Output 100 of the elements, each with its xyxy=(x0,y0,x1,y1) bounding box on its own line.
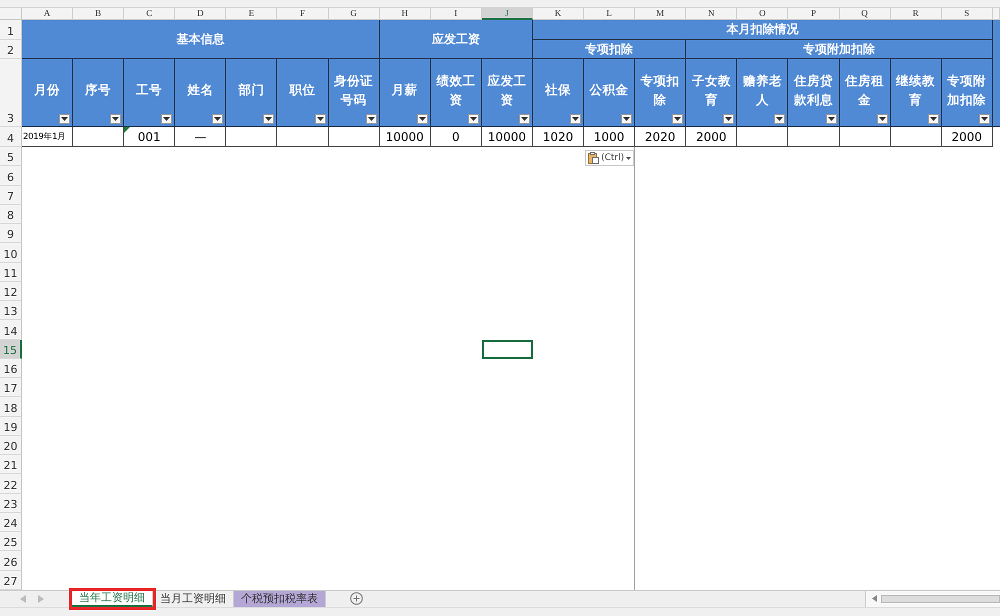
row-header[interactable]: 15 xyxy=(0,340,22,359)
column-header[interactable]: G xyxy=(328,8,380,20)
row-header[interactable]: 14 xyxy=(0,320,22,340)
filter-dropdown-button[interactable] xyxy=(826,114,836,124)
dropdown-arrow-icon xyxy=(368,117,375,121)
row-header[interactable]: 27 xyxy=(0,570,22,590)
row-header[interactable]: 7 xyxy=(0,186,22,205)
paste-options-button[interactable]: (Ctrl) xyxy=(585,150,634,166)
column-header[interactable]: R xyxy=(890,8,942,20)
row-header[interactable]: 21 xyxy=(0,455,22,474)
sheet-tab[interactable]: 个税预扣税率表 xyxy=(234,590,326,607)
subgroup-header-cell: 专项附加扣除 xyxy=(686,40,993,59)
column-header[interactable]: I xyxy=(430,8,482,20)
row-header[interactable]: 5 xyxy=(0,147,22,166)
column-header[interactable]: L xyxy=(584,8,636,20)
filter-dropdown-button[interactable] xyxy=(416,114,428,124)
column-header[interactable]: F xyxy=(277,8,329,20)
column-header[interactable]: C xyxy=(124,8,176,20)
sheet-tab[interactable]: 当年工资明细 xyxy=(72,590,153,607)
column-title: 绩效工资 xyxy=(435,72,476,108)
row-header[interactable]: 18 xyxy=(0,397,22,416)
row-header[interactable]: 8 xyxy=(0,204,22,224)
column-header[interactable]: O xyxy=(737,8,788,20)
row-header[interactable]: 3 xyxy=(0,59,22,127)
column-title: 月份 xyxy=(34,81,60,100)
dropdown-arrow-icon xyxy=(828,117,834,121)
dropdown-arrow-icon xyxy=(674,117,682,121)
filter-dropdown-button[interactable] xyxy=(59,114,70,124)
horizontal-scrollbar[interactable] xyxy=(865,590,1000,607)
dropdown-arrow-icon xyxy=(980,117,988,121)
caret-icon xyxy=(626,156,632,160)
column-title: 姓名 xyxy=(187,81,214,100)
add-sheet-icon[interactable] xyxy=(350,592,363,606)
row-header[interactable]: 1 xyxy=(0,20,22,40)
column-title: 月薪 xyxy=(392,81,418,100)
column-header[interactable]: P xyxy=(788,8,840,20)
filter-dropdown-button[interactable] xyxy=(161,114,172,124)
row-header[interactable]: 4 xyxy=(0,127,22,147)
column-header[interactable]: M xyxy=(635,8,686,20)
dropdown-arrow-icon xyxy=(623,117,630,121)
filter-dropdown-button[interactable] xyxy=(928,114,939,124)
column-header[interactable]: H xyxy=(380,8,431,20)
column-header[interactable]: E xyxy=(226,8,278,20)
filter-dropdown-button[interactable] xyxy=(110,114,122,124)
row-header[interactable]: 23 xyxy=(0,494,22,513)
clipboard-icon xyxy=(588,152,600,164)
column-header[interactable]: D xyxy=(175,8,226,20)
column-header[interactable]: K xyxy=(532,8,584,20)
column-title: 专项扣除 xyxy=(640,72,681,108)
filter-dropdown-button[interactable] xyxy=(621,114,632,124)
row-header[interactable]: 2 xyxy=(0,40,22,59)
dropdown-arrow-icon xyxy=(520,117,528,121)
filter-dropdown-button[interactable] xyxy=(774,114,786,124)
group-header-cell: 基本信息 xyxy=(22,20,380,59)
row-header[interactable]: 9 xyxy=(0,224,22,244)
filter-dropdown-button[interactable] xyxy=(723,114,734,124)
group-header-cell: 本月扣除情况 xyxy=(532,20,993,40)
filter-dropdown-button[interactable] xyxy=(978,114,990,124)
dropdown-arrow-icon xyxy=(930,117,937,121)
filter-dropdown-button[interactable] xyxy=(518,114,530,124)
row-header[interactable]: 10 xyxy=(0,243,22,262)
filter-dropdown-button[interactable] xyxy=(876,114,888,124)
column-title: 专项附加扣除 xyxy=(946,72,988,108)
dropdown-arrow-icon xyxy=(265,117,272,121)
dropdown-arrow-icon xyxy=(163,117,170,121)
row-header[interactable]: 13 xyxy=(0,301,22,320)
row-header[interactable]: 12 xyxy=(0,282,22,301)
row-header[interactable]: 6 xyxy=(0,166,22,186)
column-header[interactable]: A xyxy=(22,8,74,20)
column-header[interactable]: S xyxy=(942,8,993,20)
column-title: 职位 xyxy=(290,81,316,100)
filter-dropdown-button[interactable] xyxy=(314,114,326,124)
row-header[interactable]: 11 xyxy=(0,262,22,282)
active-cell[interactable] xyxy=(482,340,533,359)
filter-dropdown-button[interactable] xyxy=(468,114,479,124)
row-header[interactable]: 16 xyxy=(0,358,22,378)
scroll-left-icon[interactable] xyxy=(872,595,877,602)
dropdown-arrow-icon xyxy=(572,117,580,121)
column-title: 序号 xyxy=(85,81,112,100)
row-header[interactable]: 25 xyxy=(0,532,22,552)
row-header[interactable]: 17 xyxy=(0,378,22,398)
column-header[interactable]: N xyxy=(686,8,738,20)
row-header[interactable]: 20 xyxy=(0,436,22,455)
filter-dropdown-button[interactable] xyxy=(366,114,377,124)
dropdown-arrow-icon xyxy=(878,117,886,121)
dropdown-arrow-icon xyxy=(112,117,120,121)
column-title: 赡养老人 xyxy=(742,72,783,108)
filter-dropdown-button[interactable] xyxy=(212,114,224,124)
row-header[interactable]: 26 xyxy=(0,551,22,570)
row-header[interactable]: 22 xyxy=(0,474,22,494)
filter-dropdown-button[interactable] xyxy=(672,114,684,124)
column-header[interactable]: Q xyxy=(840,8,891,20)
dropdown-arrow-icon xyxy=(470,117,477,121)
column-header[interactable]: J xyxy=(482,8,533,20)
filter-dropdown-button[interactable] xyxy=(570,114,582,124)
dropdown-arrow-icon xyxy=(418,117,426,121)
column-header[interactable]: B xyxy=(73,8,124,20)
row-header[interactable]: 19 xyxy=(0,416,22,436)
row-header[interactable]: 24 xyxy=(0,512,22,532)
filter-dropdown-button[interactable] xyxy=(263,114,274,124)
